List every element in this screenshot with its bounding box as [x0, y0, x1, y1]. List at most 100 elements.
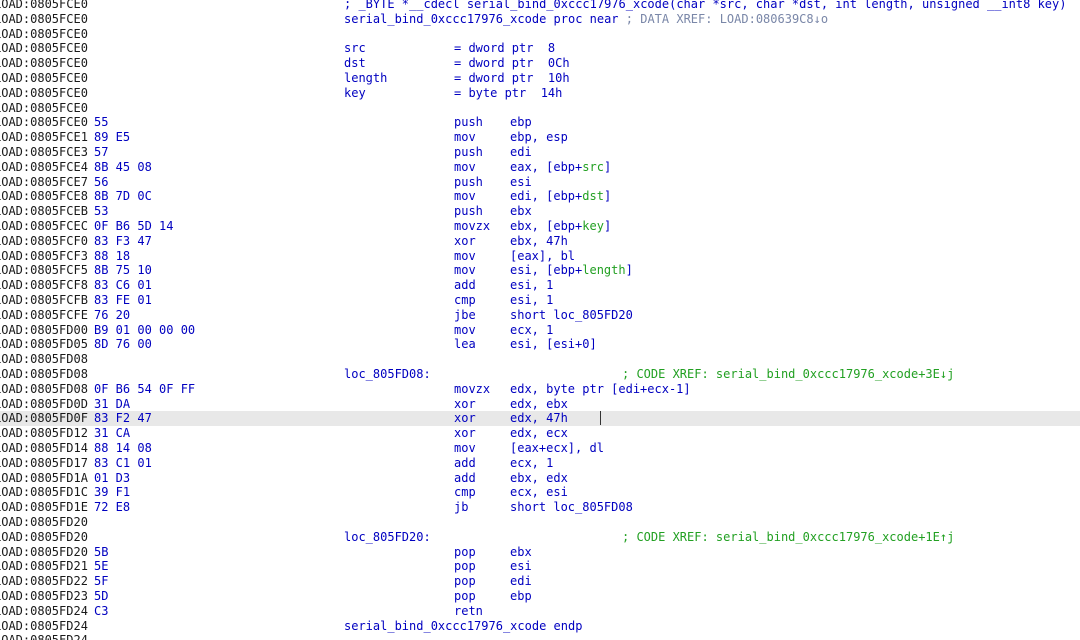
mnemonic[interactable]: movzx: [454, 382, 490, 397]
line-address[interactable]: LOAD:0805FD20: [0, 515, 88, 530]
operands[interactable]: [eax], bl: [510, 249, 575, 264]
listing-line[interactable]: LOAD:0805FD20 loc_805FD20: ; CODE XREF: se…: [0, 530, 1080, 545]
mnemonic[interactable]: jbe: [454, 308, 476, 323]
listing-line[interactable]: LOAD:0805FCFE 76 20 jbe short loc_805FD20: [0, 308, 1080, 323]
listing-line[interactable]: LOAD:0805FD00 B9 01 00 00 00 mov ecx, 1: [0, 323, 1080, 338]
line-address[interactable]: LOAD:0805FCE0: [0, 56, 88, 71]
listing-line[interactable]: LOAD:0805FD0D 31 DA xor edx, ebx: [0, 397, 1080, 412]
line-address[interactable]: LOAD:0805FCE0: [0, 115, 88, 130]
mnemonic[interactable]: pop: [454, 545, 476, 560]
listing-line[interactable]: LOAD:0805FD22 5F pop edi: [0, 574, 1080, 589]
operands[interactable]: eax, [ebp+src]: [510, 160, 611, 175]
line-address[interactable]: LOAD:0805FCE4: [0, 160, 88, 175]
line-address[interactable]: LOAD:0805FCFB: [0, 293, 88, 308]
listing-line[interactable]: LOAD:0805FD24 C3 retn: [0, 604, 1080, 619]
mnemonic[interactable]: mov: [454, 249, 476, 264]
listing-line[interactable]: LOAD:0805FCE0 ; _BYTE *__cdecl serial_bin…: [0, 0, 1080, 12]
listing-line[interactable]: LOAD:0805FCE0 serial_bind_0xccc17976_xcod…: [0, 12, 1080, 27]
line-address[interactable]: LOAD:0805FCE0: [0, 101, 88, 116]
listing-line[interactable]: LOAD:0805FD21 5E pop esi: [0, 559, 1080, 574]
proc-start[interactable]: serial_bind_0xccc17976_xcode proc near ;…: [344, 12, 828, 27]
operands[interactable]: esi, [esi+0]: [510, 337, 597, 352]
line-address[interactable]: LOAD:0805FCE7: [0, 175, 88, 190]
listing-line[interactable]: LOAD:0805FCE8 8B 7D 0C mov edi, [ebp+dst]: [0, 189, 1080, 204]
operands[interactable]: esi, 1: [510, 278, 553, 293]
code-xref-comment[interactable]: ; CODE XREF: serial_bind_0xccc17976_xcod…: [622, 530, 954, 545]
code-xref-comment[interactable]: ; CODE XREF: serial_bind_0xccc17976_xcod…: [622, 367, 954, 382]
line-address[interactable]: LOAD:0805FD1E: [0, 500, 88, 515]
listing-line[interactable]: LOAD:0805FD12 31 CA xor edx, ecx: [0, 426, 1080, 441]
operands[interactable]: [eax+ecx], dl: [510, 441, 604, 456]
operands[interactable]: edx, 47h: [510, 411, 568, 426]
mnemonic[interactable]: xor: [454, 426, 476, 441]
line-address[interactable]: LOAD:0805FCF5: [0, 263, 88, 278]
mnemonic[interactable]: mov: [454, 160, 476, 175]
line-address[interactable]: LOAD:0805FCEC: [0, 219, 88, 234]
line-address[interactable]: LOAD:0805FCF3: [0, 249, 88, 264]
line-address[interactable]: LOAD:0805FD08: [0, 367, 88, 382]
listing-line[interactable]: LOAD:0805FD0F 83 F2 47 xor edx, 47h: [0, 411, 1080, 427]
line-address[interactable]: LOAD:0805FD24: [0, 633, 88, 640]
data-xref-comment[interactable]: ; DATA XREF: LOAD:080639C8↓o: [619, 12, 828, 26]
operands[interactable]: ecx, 1: [510, 323, 553, 338]
listing-line[interactable]: LOAD:0805FD1E 72 E8 jb short loc_805FD08: [0, 500, 1080, 515]
listing-line[interactable]: LOAD:0805FD08 loc_805FD08: ; CODE XREF: se…: [0, 367, 1080, 382]
listing-line[interactable]: LOAD:0805FCE3 57 push edi: [0, 145, 1080, 160]
mnemonic[interactable]: mov: [454, 130, 476, 145]
operands[interactable]: edi: [510, 145, 532, 160]
stack-var-name[interactable]: key: [344, 86, 366, 101]
line-address[interactable]: LOAD:0805FD08: [0, 352, 88, 367]
operands[interactable]: edi: [510, 574, 532, 589]
listing-line[interactable]: LOAD:0805FCEC 0F B6 5D 14 movzx ebx, [ebp+k…: [0, 219, 1080, 234]
listing-line[interactable]: LOAD:0805FD1A 01 D3 add ebx, edx: [0, 471, 1080, 486]
operands[interactable]: esi, 1: [510, 293, 553, 308]
line-address[interactable]: LOAD:0805FCEB: [0, 204, 88, 219]
mnemonic[interactable]: pop: [454, 559, 476, 574]
line-address[interactable]: LOAD:0805FCE0: [0, 71, 88, 86]
mnemonic[interactable]: add: [454, 471, 476, 486]
listing-line[interactable]: LOAD:0805FCE0 dst = dword ptr 0Ch: [0, 56, 1080, 71]
listing-line[interactable]: LOAD:0805FCF8 83 C6 01 add esi, 1: [0, 278, 1080, 293]
listing-line[interactable]: LOAD:0805FD1C 39 F1 cmp ecx, esi: [0, 485, 1080, 500]
listing-line[interactable]: LOAD:0805FD20: [0, 515, 1080, 530]
code-label[interactable]: loc_805FD20:: [344, 530, 431, 545]
stack-var-name[interactable]: length: [344, 71, 387, 86]
operands[interactable]: ebp: [510, 589, 532, 604]
mnemonic[interactable]: push: [454, 204, 483, 219]
line-address[interactable]: LOAD:0805FD00: [0, 323, 88, 338]
listing-line[interactable]: LOAD:0805FCE0: [0, 27, 1080, 42]
line-address[interactable]: LOAD:0805FD17: [0, 456, 88, 471]
listing-line[interactable]: LOAD:0805FD05 8D 76 00 lea esi, [esi+0]: [0, 337, 1080, 352]
mnemonic[interactable]: xor: [454, 397, 476, 412]
listing-line[interactable]: LOAD:0805FCEB 53 push ebx: [0, 204, 1080, 219]
listing-line[interactable]: LOAD:0805FCE0 src = dword ptr 8: [0, 41, 1080, 56]
line-address[interactable]: LOAD:0805FD14: [0, 441, 88, 456]
line-address[interactable]: LOAD:0805FD21: [0, 559, 88, 574]
listing-line[interactable]: LOAD:0805FCF0 83 F3 47 xor ebx, 47h: [0, 234, 1080, 249]
operands[interactable]: esi, [ebp+length]: [510, 263, 633, 278]
line-address[interactable]: LOAD:0805FCF8: [0, 278, 88, 293]
line-address[interactable]: LOAD:0805FCE0: [0, 0, 88, 12]
mnemonic[interactable]: mov: [454, 189, 476, 204]
mnemonic[interactable]: push: [454, 175, 483, 190]
listing-line[interactable]: LOAD:0805FCE1 89 E5 mov ebp, esp: [0, 130, 1080, 145]
line-address[interactable]: LOAD:0805FCF0: [0, 234, 88, 249]
mnemonic[interactable]: cmp: [454, 293, 476, 308]
operands[interactable]: ecx, esi: [510, 485, 568, 500]
mnemonic[interactable]: lea: [454, 337, 476, 352]
operands[interactable]: short loc_805FD20: [510, 308, 633, 323]
line-address[interactable]: LOAD:0805FD0D: [0, 397, 88, 412]
operands[interactable]: ebp: [510, 115, 532, 130]
stack-var-ref[interactable]: length: [582, 263, 625, 277]
mnemonic[interactable]: pop: [454, 574, 476, 589]
operands[interactable]: esi: [510, 559, 532, 574]
code-label[interactable]: loc_805FD08:: [344, 367, 431, 382]
line-address[interactable]: LOAD:0805FD20: [0, 530, 88, 545]
line-address[interactable]: LOAD:0805FD20: [0, 545, 88, 560]
operands[interactable]: ebx, [ebp+key]: [510, 219, 611, 234]
mnemonic[interactable]: xor: [454, 411, 476, 426]
listing-line[interactable]: LOAD:0805FD14 88 14 08 mov [eax+ecx], dl: [0, 441, 1080, 456]
stack-var-ref[interactable]: dst: [582, 189, 604, 203]
operands[interactable]: ebp, esp: [510, 130, 568, 145]
operands[interactable]: edx, ebx: [510, 397, 568, 412]
